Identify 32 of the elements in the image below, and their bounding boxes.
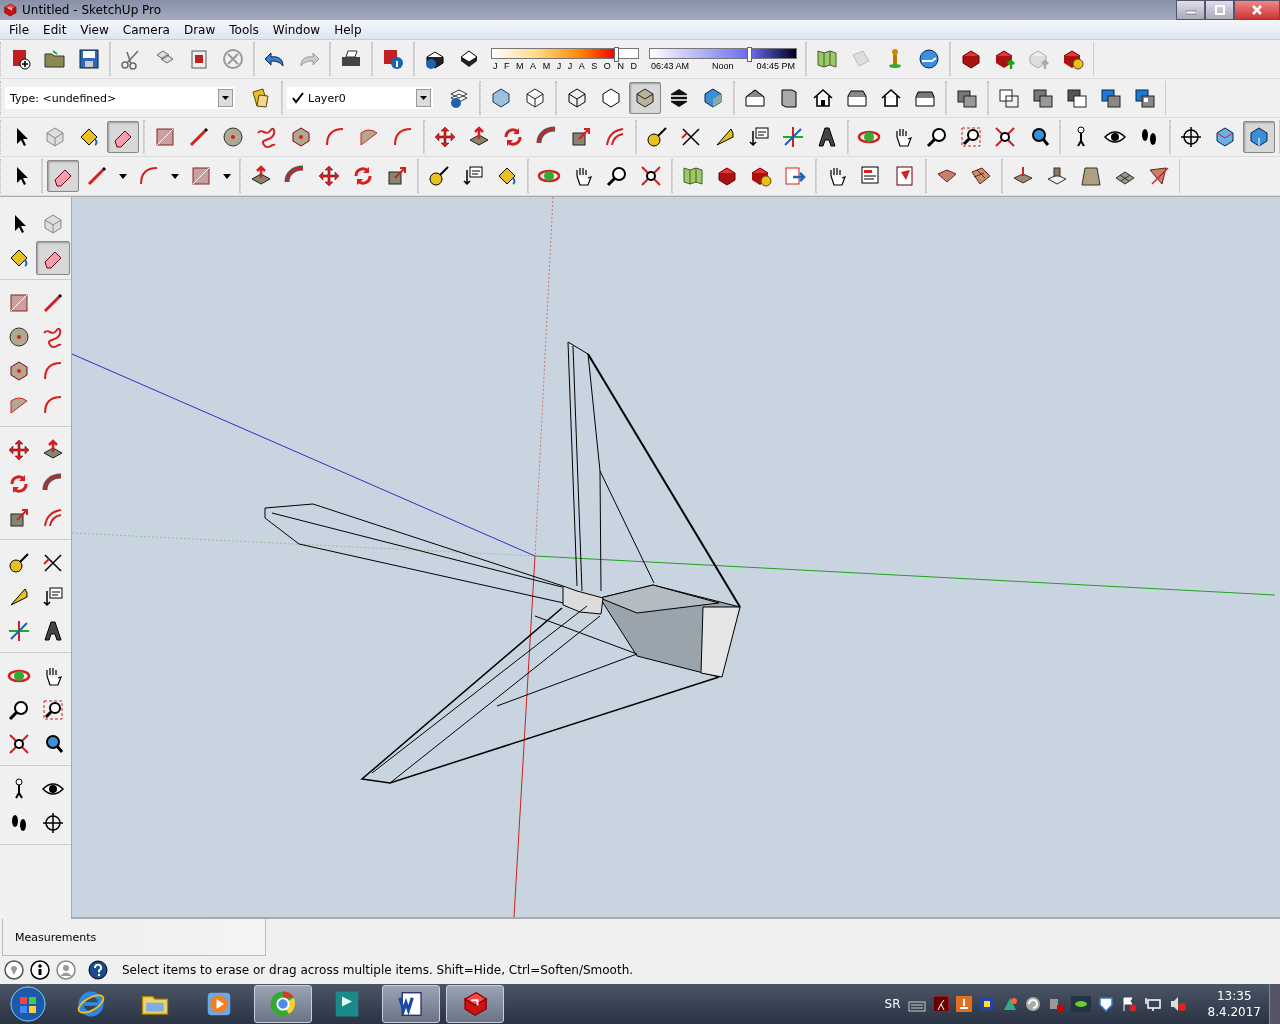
language-indicator[interactable]: SR: [884, 997, 901, 1011]
menu-item[interactable]: Draw: [176, 22, 223, 37]
time-label: Noon: [712, 60, 734, 71]
menu-item[interactable]: File: [2, 22, 37, 37]
clock-time: 13:35: [1217, 988, 1252, 1004]
month-label: J: [567, 60, 573, 71]
month-label: F: [504, 60, 510, 71]
month-label: M: [516, 60, 524, 71]
menu-item[interactable]: Help: [327, 22, 369, 37]
menu-item[interactable]: View: [73, 22, 116, 37]
clock-date: 8.4.2017: [1207, 1004, 1261, 1020]
month-label: J: [556, 60, 562, 71]
menu-item[interactable]: Window: [265, 22, 328, 37]
month-label: N: [617, 60, 624, 71]
status-message: Select items to erase or drag across multiple items. Shift=Hide, Ctrl=Soften/Smooth.: [122, 963, 634, 977]
month-label: A: [530, 60, 537, 71]
menu-item[interactable]: Tools: [222, 22, 266, 37]
layer-dropdown[interactable]: Layer0: [287, 87, 433, 109]
time-label: 04:45 PM: [756, 60, 795, 71]
time-label: 06:43 AM: [651, 60, 690, 71]
month-label: S: [591, 60, 598, 71]
clock[interactable]: 13:35 8.4.2017: [1207, 988, 1261, 1020]
month-label: D: [630, 60, 637, 71]
month-label: O: [603, 60, 611, 71]
month-label: J: [493, 60, 498, 71]
measurements-label: Measurements: [15, 930, 97, 944]
menu-item[interactable]: Edit: [36, 22, 74, 37]
window-title: Untitled - SketchUp Pro: [22, 3, 163, 17]
month-label: M: [542, 60, 551, 71]
type-dropdown[interactable]: Type: <undefined>: [5, 87, 235, 109]
menu-item[interactable]: Camera: [115, 22, 177, 37]
month-label: A: [578, 60, 585, 71]
